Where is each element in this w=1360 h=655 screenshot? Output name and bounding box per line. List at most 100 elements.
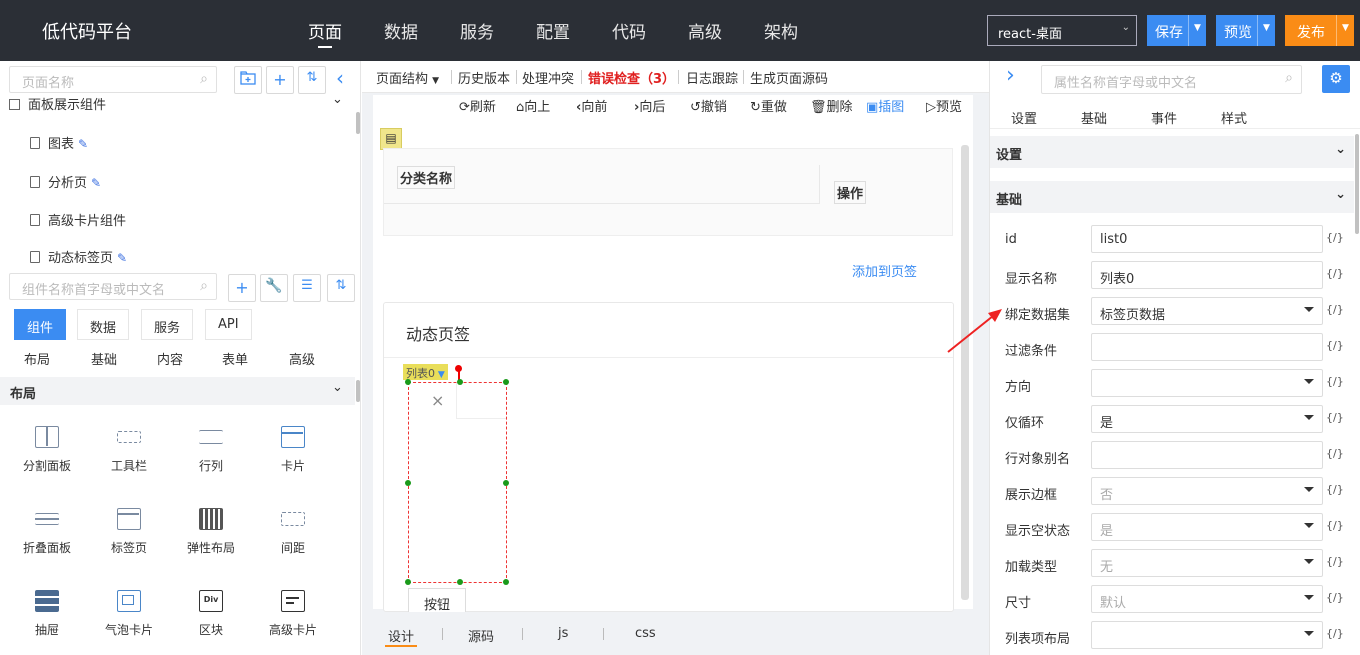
section-basic[interactable]: 基础 ⌄ [990,181,1354,213]
prop-select[interactable]: 标签页数据 [1091,297,1323,325]
wrench-button[interactable]: 🔧 [260,274,288,302]
prop-input[interactable] [1091,333,1323,361]
resize-handle[interactable] [405,480,411,486]
prop-select[interactable]: 是 [1091,405,1323,433]
list-order-button[interactable]: ☰ [293,274,321,302]
resize-handle[interactable] [457,379,463,385]
expression-icon[interactable]: {/} [1326,591,1344,604]
comp-block[interactable]: Div 区块 [176,590,246,638]
expression-icon[interactable]: {/} [1326,231,1344,244]
tree-section[interactable]: 面板展示组件 [9,94,106,113]
error-check[interactable]: 错误检查（3） [588,68,675,87]
pencil-icon[interactable]: ✎ [78,137,88,151]
subtab-advanced[interactable]: 高级 [289,349,315,368]
prop-select[interactable]: 默认 [1091,585,1323,613]
properties-scrollbar[interactable] [1355,134,1359,234]
rtab-settings[interactable]: 设置 [1011,108,1037,127]
comp-collapse[interactable]: 折叠面板 [12,508,82,556]
subtab-basic[interactable]: 基础 [91,349,117,368]
tab-css[interactable]: css [635,626,656,641]
expression-icon[interactable]: {/} [1326,447,1344,460]
settings-gear-button[interactable]: ⚙ [1322,65,1350,93]
nav-page[interactable]: 页面 [308,18,342,43]
prop-select[interactable] [1091,369,1323,397]
redo-button[interactable]: ↻重做 [750,96,787,115]
rtab-events[interactable]: 事件 [1151,108,1177,127]
up-button[interactable]: ⌂向上 [516,96,550,115]
prop-input[interactable]: 列表0 [1091,261,1323,289]
comp-flex-layout[interactable]: 弹性布局 [176,508,246,556]
tree-item-analysis[interactable]: 分析页 ✎ [30,172,101,191]
nav-data[interactable]: 数据 [384,18,418,43]
resize-handle[interactable] [503,379,509,385]
component-scrollbar[interactable] [356,380,360,402]
comp-advanced-card[interactable]: 高级卡片 [258,590,328,638]
save-button[interactable]: 保存 ▼ [1147,15,1206,46]
back-button[interactable]: ›向后 [634,96,665,115]
component-marker-icon[interactable]: ▤ [380,128,402,150]
forward-button[interactable]: ‹向前 [576,96,607,115]
list0-tag[interactable]: 列表0 ▼ [403,364,448,380]
comp-card[interactable]: 卡片 [258,426,328,474]
property-search-input[interactable]: 属性名称首字母或中文名 ⌕ [1041,65,1302,94]
handle-conflicts[interactable]: 处理冲突 [522,68,574,87]
insert-image-button[interactable]: ▣插图 [866,96,904,115]
tab-components[interactable]: 组件 [14,309,67,340]
expression-icon[interactable]: {/} [1326,483,1344,496]
comp-popover-card[interactable]: 气泡卡片 [94,590,164,638]
tree-item-advanced-card[interactable]: 高级卡片组件 [30,210,126,229]
page-search-input[interactable]: 页面名称 ⌕ [9,66,217,93]
expression-icon[interactable]: {/} [1326,519,1344,532]
pencil-icon[interactable]: ✎ [91,176,101,190]
chevron-down-icon[interactable]: ⌄ [332,92,343,107]
comp-split-panel[interactable]: 分割面板 [12,426,82,474]
layout-section-header[interactable] [0,377,355,405]
comp-row-col[interactable]: 行列 [176,426,246,474]
undo-button[interactable]: ↺撤销 [690,96,727,115]
subtab-form[interactable]: 表单 [222,349,248,368]
tab-source[interactable]: 源码 [468,626,494,645]
delete-button[interactable]: 🗑删除 [810,96,853,115]
column-header-category[interactable]: 分类名称 [397,166,456,189]
preview-button[interactable]: 预览 ▼ [1216,15,1275,46]
history-version[interactable]: 历史版本 [458,68,510,87]
canvas-scrollbar[interactable] [961,145,969,600]
prop-input[interactable]: list0 [1091,225,1323,253]
resize-handle[interactable] [457,579,463,585]
expression-icon[interactable]: {/} [1326,303,1344,316]
sort-button-2[interactable]: ⇅ [327,274,355,302]
nav-service[interactable]: 服务 [460,18,494,43]
close-icon[interactable]: × [431,391,444,410]
tree-item-dynamic-tabs[interactable]: 动态标签页 ✎ [30,247,127,266]
comp-tabs[interactable]: 标签页 [94,508,164,556]
comp-toolbar[interactable]: 工具栏 [94,426,164,474]
subtab-layout[interactable]: 布局 [24,349,50,368]
platform-select[interactable]: react-桌面 ⌄ [987,15,1137,46]
section-settings[interactable]: 设置 ⌄ [990,136,1354,168]
resize-handle[interactable] [503,579,509,585]
add-to-page-link[interactable]: 添加到页签 [852,261,917,280]
component-search-input[interactable]: 组件名称首字母或中文名 ⌕ [9,273,217,300]
nav-code[interactable]: 代码 [612,18,646,43]
add-component-button[interactable]: + [228,274,256,302]
resize-handle[interactable] [503,480,509,486]
expression-icon[interactable]: {/} [1326,627,1344,640]
tab-services[interactable]: 服务 [141,309,194,340]
comp-drawer[interactable]: 抽屉 [12,590,82,638]
log-trace[interactable]: 日志跟踪 [686,68,738,87]
publish-button[interactable]: 发布 ▼ [1285,15,1354,46]
resize-handle[interactable] [405,379,411,385]
tab-design[interactable]: 设计 [388,626,414,645]
prop-input[interactable] [1091,441,1323,469]
expression-icon[interactable]: {/} [1326,375,1344,388]
column-header-actions[interactable]: 操作 [834,181,867,204]
sort-button[interactable]: ⇅ [298,66,326,94]
prop-select[interactable]: 否 [1091,477,1323,505]
comp-spacing[interactable]: 间距 [258,508,328,556]
prop-select[interactable]: 无 [1091,549,1323,577]
tree-item-chart[interactable]: 图表 ✎ [30,133,88,152]
nav-config[interactable]: 配置 [536,18,570,43]
rtab-basic[interactable]: 基础 [1081,108,1107,127]
nav-architecture[interactable]: 架构 [764,18,798,43]
expression-icon[interactable]: {/} [1326,555,1344,568]
